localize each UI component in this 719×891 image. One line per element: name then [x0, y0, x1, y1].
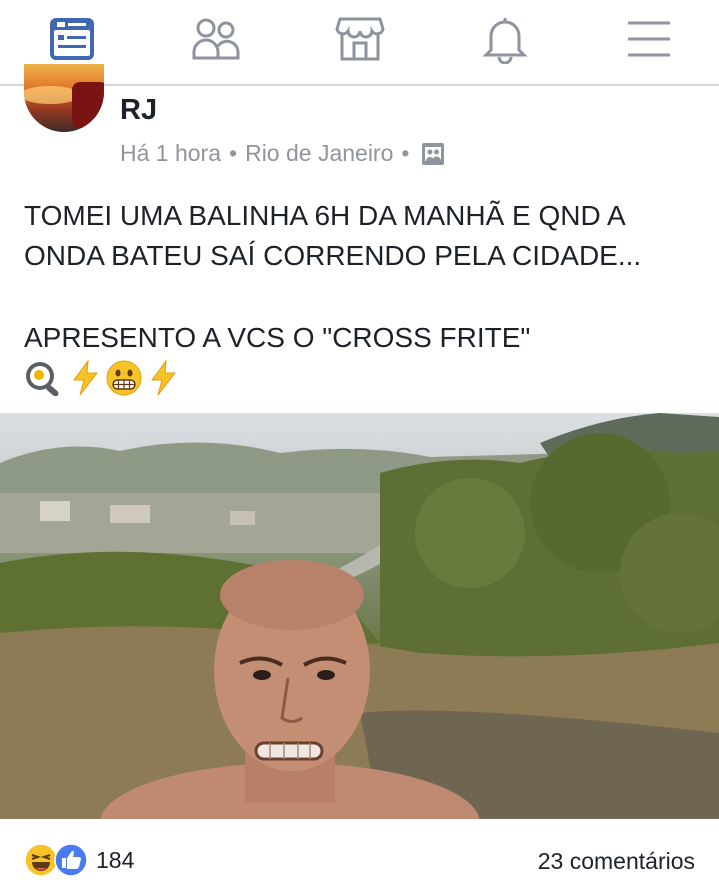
post-time[interactable]: Há 1 hora — [120, 140, 221, 167]
post-location[interactable]: Rio de Janeiro — [245, 140, 393, 167]
marketplace-icon — [335, 17, 385, 61]
news-feed-button[interactable] — [45, 12, 99, 66]
photo-content — [0, 413, 719, 819]
menu-icon — [628, 21, 670, 57]
lightning-icon — [151, 360, 177, 396]
fried-egg-icon — [26, 362, 59, 396]
public-photo-icon — [422, 142, 445, 165]
marketplace-button[interactable] — [333, 12, 387, 66]
menu-button[interactable] — [622, 12, 676, 66]
post-emojis — [24, 360, 178, 396]
post-text: TOMEI UMA BALINHA 6H DA MANHÃ E QND A ON… — [24, 196, 714, 358]
meta-separator: • — [229, 140, 238, 166]
meta-separator: • — [401, 140, 410, 166]
comments-count[interactable]: 23 comentários — [538, 848, 695, 875]
lightning-icon — [73, 360, 99, 396]
friends-icon — [192, 18, 240, 60]
notifications-button[interactable] — [478, 12, 532, 66]
friends-button[interactable] — [189, 12, 243, 66]
notifications-icon — [482, 18, 528, 64]
reactions-summary[interactable]: 184 — [24, 843, 134, 877]
post-text-line: APRESENTO A VCS O "CROSS FRITE" — [24, 322, 531, 353]
reaction-count: 184 — [96, 846, 135, 873]
post-text-line: ONDA BATEU SAÍ CORRENDO PELA CIDADE... — [24, 240, 642, 271]
like-reaction-icon — [54, 843, 88, 877]
post-meta: Há 1 hora • Rio de Janeiro • — [120, 140, 445, 167]
post-text-line: TOMEI UMA BALINHA 6H DA MANHÃ E QND A — [24, 200, 626, 231]
post-photo[interactable] — [0, 413, 719, 819]
author-name[interactable]: RJ — [120, 94, 157, 127]
grimacing-face-icon — [106, 360, 142, 396]
news-feed-icon — [50, 18, 94, 60]
top-nav-bar — [0, 0, 719, 86]
author-avatar[interactable] — [24, 64, 104, 132]
haha-reaction-icon — [24, 843, 58, 877]
